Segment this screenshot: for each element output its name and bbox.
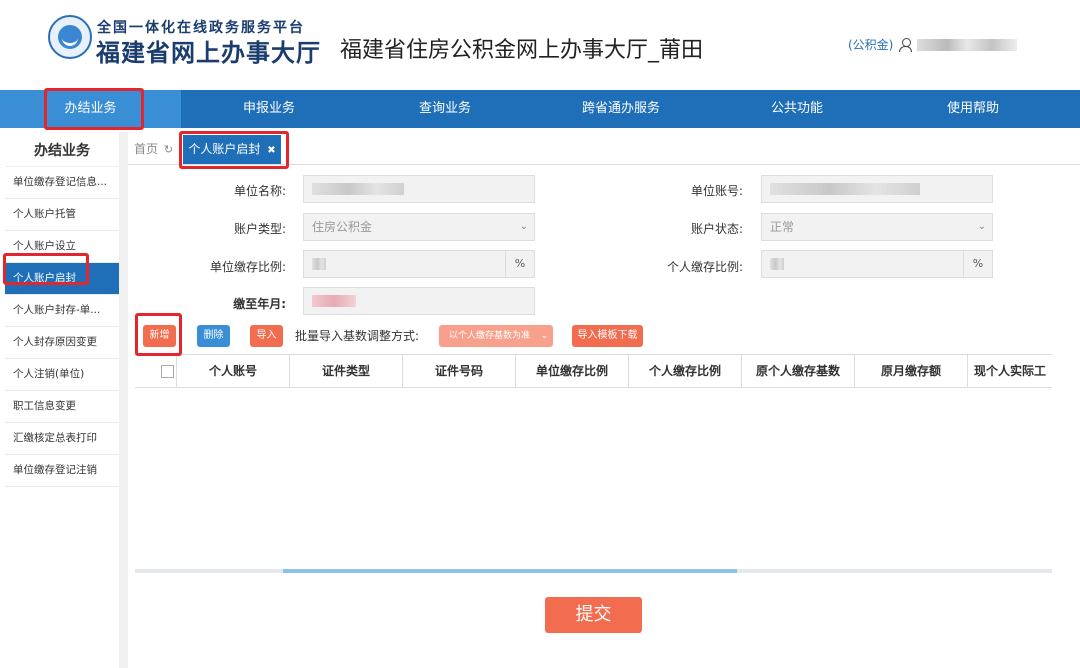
logo-emblem-icon: [48, 15, 92, 59]
select-all-checkbox[interactable]: [161, 365, 174, 378]
logo-title: 福建省网上办事大厅: [96, 38, 321, 67]
unit-account-field[interactable]: [761, 175, 993, 203]
paid-until-field[interactable]: [303, 287, 535, 315]
column-header: 单位缴存比例: [515, 355, 628, 387]
unit-name-field[interactable]: [303, 175, 535, 203]
sidebar-item-summary-print[interactable]: 汇缴核定总表打印: [5, 423, 119, 455]
account-status-select[interactable]: 正常 ⌄: [761, 213, 993, 241]
scrollbar-thumb[interactable]: [283, 569, 737, 573]
sidebar-item-account-seal[interactable]: 个人账户封存-单...: [5, 295, 119, 327]
sidebar-item-seal-reason-change[interactable]: 个人封存原因变更: [5, 327, 119, 359]
submit-button[interactable]: 提交: [545, 597, 642, 633]
nav-item-chaxun[interactable]: 查询业务: [357, 90, 533, 128]
unit-account-label: 单位账号:: [690, 184, 743, 198]
sidebar-item-account-custody[interactable]: 个人账户托管: [5, 199, 119, 231]
column-header: 证件号码: [402, 355, 515, 387]
highlight-box: [44, 88, 144, 130]
user-area[interactable]: (公积金): [848, 36, 1018, 53]
highlight-box: [3, 253, 89, 285]
tab-home[interactable]: 首页 ↻: [134, 140, 173, 157]
tab-home-label: 首页: [134, 142, 159, 156]
nav-item-shenbao[interactable]: 申报业务: [181, 90, 357, 128]
column-header: 个人缴存比例: [628, 355, 741, 387]
sidebar-item-unit-registration-info[interactable]: 单位缴存登记信息...: [5, 167, 119, 199]
nav-item-gonggong[interactable]: 公共功能: [709, 90, 885, 128]
unit-ratio-field[interactable]: %: [303, 250, 535, 278]
horizontal-scrollbar[interactable]: [135, 569, 1052, 573]
nav-item-help[interactable]: 使用帮助: [885, 90, 1061, 128]
highlight-box: [135, 313, 182, 356]
user-icon: [899, 37, 913, 52]
sidebar-gutter: [119, 132, 128, 668]
sidebar: 办结业务 单位缴存登记信息... 个人账户托管 个人账户设立 个人账户启封 个人…: [5, 132, 120, 668]
personal-ratio-field[interactable]: %: [761, 250, 993, 278]
column-header: 个人账号: [176, 355, 289, 387]
account-type-label: 账户类型:: [233, 222, 286, 236]
paid-until-label: 缴至年月:: [233, 297, 286, 311]
batch-mode-value: 以个人缴存基数为准: [449, 331, 531, 341]
sidebar-item-personal-cancel[interactable]: 个人注销(单位): [5, 359, 119, 391]
highlight-box: [179, 131, 289, 169]
redacted-value: [770, 183, 920, 195]
batch-import-label: 批量导入基数调整方式:: [295, 329, 420, 343]
data-table-header: 个人账号 证件类型 证件号码 单位缴存比例 个人缴存比例 原个人缴存基数 原月缴…: [135, 354, 1052, 388]
user-role-label: (公积金): [848, 38, 894, 52]
account-status-label: 账户状态:: [690, 222, 743, 236]
column-header: 证件类型: [289, 355, 402, 387]
redacted-value: [312, 295, 356, 307]
redacted-value: [312, 258, 326, 270]
percent-addon: %: [963, 251, 992, 277]
site-title: 福建省住房公积金网上办事大厅_莆田: [340, 38, 704, 63]
account-type-select[interactable]: 住房公积金 ⌄: [303, 213, 535, 241]
account-type-value: 住房公积金: [312, 220, 373, 234]
page-header: 全国一体化在线政务服务平台 福建省网上办事大厅 福建省住房公积金网上办事大厅_莆…: [0, 0, 1080, 88]
refresh-icon[interactable]: ↻: [164, 143, 173, 156]
redacted-value: [312, 183, 404, 195]
template-download-button[interactable]: 导入模板下载: [572, 325, 643, 347]
percent-addon: %: [505, 251, 534, 277]
delete-button[interactable]: 删除: [197, 325, 230, 347]
chevron-down-icon: ⌄: [540, 331, 548, 341]
column-header: 现个人实际工: [967, 355, 1052, 387]
chevron-down-icon: ⌄: [519, 221, 528, 232]
unit-ratio-label: 单位缴存比例:: [209, 260, 286, 274]
unit-name-label: 单位名称:: [233, 184, 286, 198]
account-status-value: 正常: [770, 220, 795, 234]
sidebar-title: 办结业务: [5, 132, 119, 167]
column-header: 原个人缴存基数: [741, 355, 854, 387]
sidebar-item-unit-registration-cancel[interactable]: 单位缴存登记注销: [5, 455, 119, 487]
main-nav: 办结业务 申报业务 查询业务 跨省通办服务 公共功能 使用帮助: [0, 90, 1080, 128]
batch-mode-select[interactable]: 以个人缴存基数为准 ⌄: [439, 325, 553, 347]
redacted-value: [770, 258, 784, 270]
chevron-down-icon: ⌄: [977, 221, 986, 232]
personal-ratio-label: 个人缴存比例:: [666, 260, 743, 274]
import-button[interactable]: 导入: [250, 325, 283, 347]
sidebar-item-employee-info-change[interactable]: 职工信息变更: [5, 391, 119, 423]
user-name-redacted: [917, 38, 1018, 51]
nav-item-kuasheng[interactable]: 跨省通办服务: [533, 90, 709, 128]
column-header: 原月缴存额: [854, 355, 967, 387]
